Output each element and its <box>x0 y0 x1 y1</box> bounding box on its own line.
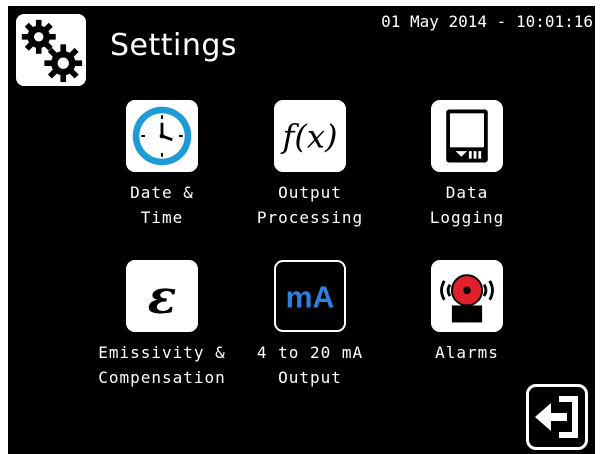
datetime-display: 01 May 2014 - 10:01:16 <box>381 12 593 31</box>
gears-icon <box>16 14 86 86</box>
exit-button[interactable] <box>526 384 588 450</box>
settings-screen: Settings 01 May 2014 - 10:01:16 Date & T… <box>8 6 595 454</box>
svg-text:mA: mA <box>286 281 335 314</box>
tile-4-20ma-output[interactable]: mA 4 to 20 mA Output <box>230 260 390 390</box>
epsilon-icon: ε <box>126 260 198 332</box>
svg-text:f(x): f(x) <box>280 117 337 155</box>
tile-label: Alarms <box>435 343 499 362</box>
milliamp-icon: mA <box>274 260 346 332</box>
tile-date-time[interactable]: Date & Time <box>82 100 242 230</box>
sd-card-icon <box>431 100 503 172</box>
tile-label: Emissivity & Compensation <box>98 343 226 387</box>
tile-label: Date & Time <box>130 183 194 227</box>
page-title: Settings <box>110 28 238 63</box>
tile-label: 4 to 20 mA Output <box>256 343 364 387</box>
svg-text:ε: ε <box>148 270 177 325</box>
tile-label: Output Processing <box>256 183 364 227</box>
alarm-bell-icon <box>431 260 503 332</box>
tile-label: Data Logging <box>429 183 505 227</box>
tile-emissivity-compensation[interactable]: ε Emissivity & Compensation <box>82 260 242 390</box>
tile-alarms[interactable]: Alarms <box>387 260 547 365</box>
function-fx-icon: f(x) <box>274 100 346 172</box>
clock-icon <box>126 100 198 172</box>
exit-arrow-icon <box>535 396 578 438</box>
tile-output-processing[interactable]: f(x) Output Processing <box>230 100 390 230</box>
tile-data-logging[interactable]: Data Logging <box>387 100 547 230</box>
